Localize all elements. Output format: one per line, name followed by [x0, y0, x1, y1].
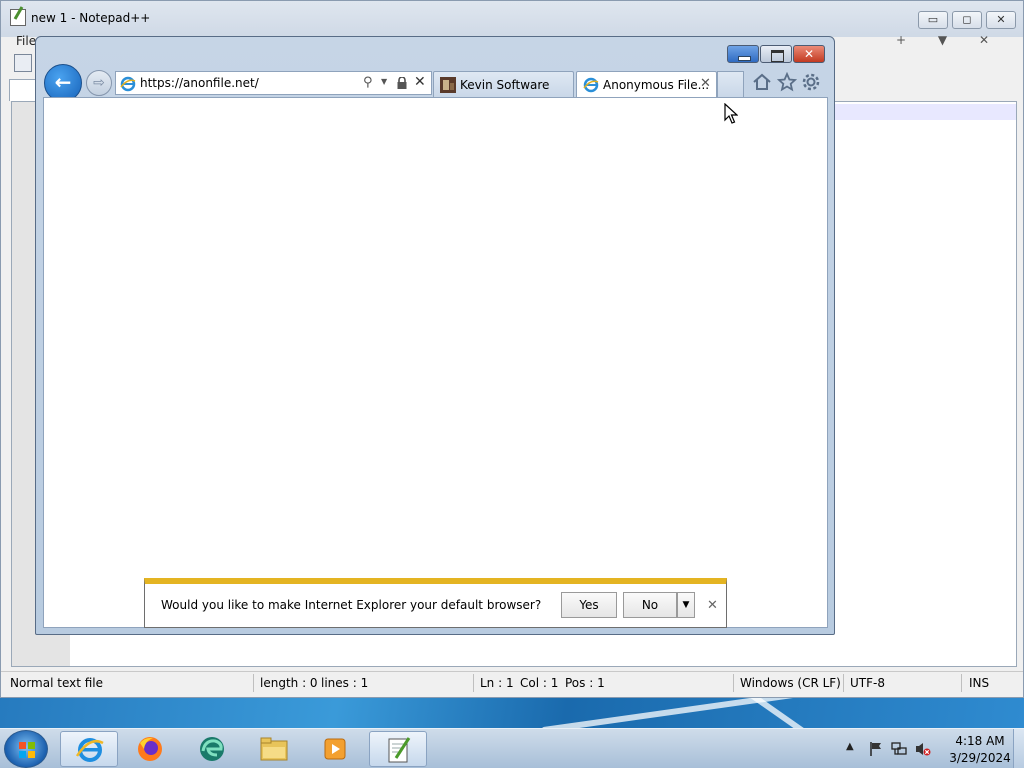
page-content[interactable]: [43, 97, 828, 628]
show-hidden-icons-button[interactable]: ▲: [846, 741, 854, 752]
firefox-icon: [138, 737, 162, 761]
status-divider: [961, 674, 962, 692]
edge-beta-icon: [200, 737, 224, 761]
status-divider: [843, 674, 844, 692]
close-icon: ✕: [803, 47, 815, 61]
notepad-close-button[interactable]: ✕: [986, 11, 1016, 29]
search-icon[interactable]: ⚲: [363, 75, 373, 90]
no-button[interactable]: No: [623, 592, 677, 618]
folder-icon: [260, 737, 288, 761]
address-dropdown-icon[interactable]: ▼: [381, 77, 387, 86]
notepad-title: new 1 - Notepad++: [31, 11, 151, 25]
notepad-minimize-button[interactable]: ▭: [918, 11, 948, 29]
ie-restore-button[interactable]: [760, 45, 792, 63]
action-center-flag-icon[interactable]: [868, 741, 884, 757]
status-pos: Pos : 1: [565, 676, 605, 690]
new-tab-button[interactable]: [717, 71, 744, 97]
status-length: length : 0: [260, 676, 318, 690]
notepad-titlebar[interactable]: new 1 - Notepad++ ▭ ◻ ✕: [1, 1, 1023, 37]
menu-tab-controls[interactable]: + ▼ ✕: [896, 33, 1003, 47]
notepad-statusbar: Normal text file length : 0 lines : 1 Ln…: [1, 671, 1023, 695]
status-insert-mode: INS: [969, 676, 990, 690]
maximize-icon: ◻: [962, 13, 972, 26]
default-browser-notification: Would you like to make Internet Explorer…: [144, 578, 727, 628]
start-button[interactable]: [4, 730, 48, 768]
forward-button[interactable]: ⇨: [86, 70, 112, 96]
internet-explorer-icon: [75, 738, 104, 762]
no-dropdown-button[interactable]: ▼: [677, 592, 695, 618]
ie-close-button[interactable]: ✕: [793, 45, 825, 63]
ie-page-icon: [120, 76, 136, 92]
clock-date[interactable]: 3/29/2024: [946, 751, 1014, 765]
windows-logo-icon: [19, 742, 35, 758]
new-file-icon[interactable]: [14, 54, 32, 72]
notepad-plus-plus-icon: [388, 737, 411, 763]
media-player-icon: [324, 738, 346, 760]
status-col: Col : 1: [520, 676, 559, 690]
status-eol: Windows (CR LF): [740, 676, 841, 690]
taskbar-media-player[interactable]: [307, 731, 365, 767]
stop-icon[interactable]: ✕: [414, 74, 426, 90]
home-icon[interactable]: [752, 72, 772, 92]
minimize-icon: ▭: [927, 13, 939, 26]
status-divider: [253, 674, 254, 692]
status-divider: [473, 674, 474, 692]
status-encoding: UTF-8: [850, 676, 885, 690]
taskbar-internet-explorer[interactable]: [60, 731, 118, 767]
status-ln: Ln : 1: [480, 676, 514, 690]
mouse-cursor-icon: [724, 103, 738, 124]
taskbar-edge-beta[interactable]: [183, 731, 241, 767]
notepad-maximize-button[interactable]: ◻: [952, 11, 982, 29]
ie-page-icon: [583, 77, 599, 93]
close-icon: ✕: [996, 13, 1006, 26]
forward-arrow-icon: ⇨: [93, 75, 105, 91]
status-divider: [733, 674, 734, 692]
lock-icon[interactable]: [397, 77, 407, 89]
address-text[interactable]: https://anonfile.net/: [140, 76, 259, 90]
tab-label: Kevin Software: [460, 78, 550, 92]
internet-explorer-window[interactable]: ✕ ← ⇨ https://anonfile.net/ ⚲ ▼ ✕ Kevin …: [35, 36, 835, 635]
status-lines: lines : 1: [321, 676, 369, 690]
notification-message: Would you like to make Internet Explorer…: [161, 598, 542, 612]
network-icon[interactable]: [891, 741, 907, 757]
status-file-type: Normal text file: [10, 676, 104, 690]
tab-label: Anonymous File...: [603, 78, 710, 92]
system-tray: ▲ 4:18 AM 3/29/2024: [840, 729, 1024, 768]
taskbar: ▲ 4:18 AM 3/29/2024: [0, 728, 1024, 768]
taskbar-notepad-plus-plus[interactable]: [369, 731, 427, 767]
show-desktop-button[interactable]: [1013, 729, 1024, 768]
back-arrow-icon: ←: [54, 70, 72, 94]
tab-anonymous-file[interactable]: Anonymous File... ✕: [576, 71, 717, 97]
notepad-icon: [10, 9, 26, 26]
kevin-software-favicon: [440, 77, 456, 93]
ie-minimize-button[interactable]: [727, 45, 759, 63]
clock-time[interactable]: 4:18 AM: [950, 734, 1010, 748]
close-notification-icon[interactable]: ✕: [707, 598, 718, 613]
favorites-star-icon[interactable]: [777, 72, 797, 92]
volume-muted-icon[interactable]: [915, 741, 931, 757]
menu-file[interactable]: File: [16, 34, 36, 48]
address-bar[interactable]: https://anonfile.net/ ⚲ ▼ ✕: [115, 71, 432, 95]
tab-kevin-software[interactable]: Kevin Software: [433, 71, 574, 97]
taskbar-file-explorer[interactable]: [245, 731, 303, 767]
taskbar-firefox[interactable]: [121, 731, 179, 767]
gear-icon[interactable]: [801, 72, 821, 92]
close-tab-icon[interactable]: ✕: [700, 76, 711, 91]
yes-button[interactable]: Yes: [561, 592, 617, 618]
